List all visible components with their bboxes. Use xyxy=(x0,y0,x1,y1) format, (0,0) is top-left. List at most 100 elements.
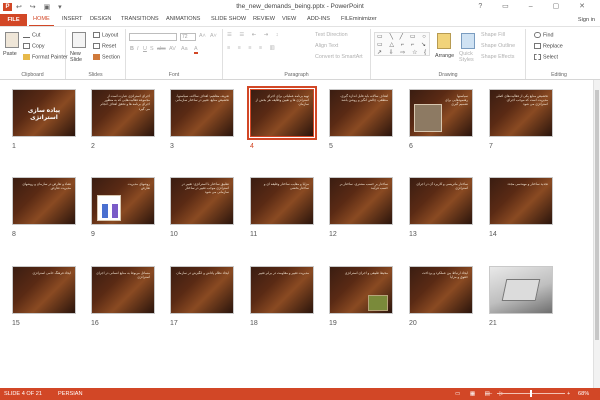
slide-thumbnail[interactable]: اهداف سالانه باید قابل اندازه گیری، منطق… xyxy=(329,89,393,137)
slide-thumbnail[interactable]: تجدید ساختار و مهندسی مجدد xyxy=(489,177,553,225)
shape-effects-button[interactable]: Shape Effects xyxy=(481,54,514,60)
bold-button[interactable]: B xyxy=(130,46,134,52)
slide-thumbnail[interactable]: تهیه برنامه عملیاتی برای اجرای استراتژی … xyxy=(247,86,317,140)
layout-button[interactable]: Layout xyxy=(93,32,118,38)
new-slide-button[interactable]: New Slide xyxy=(70,51,90,63)
view-buttons[interactable]: ▭ ▦ ▤ ▷ xyxy=(455,391,508,397)
align-text-button[interactable]: Align Text xyxy=(315,43,338,49)
slide-thumbnail[interactable]: تضاد و تعارض در سازمان و روشهای مدیریت ت… xyxy=(12,177,76,225)
slide-body-text: مسائل مربوط به منابع انسانی در اجرای است… xyxy=(96,271,150,280)
slide-thumbnail[interactable] xyxy=(489,266,553,314)
language-indicator[interactable]: PERSIAN xyxy=(58,391,83,397)
slide-thumbnail[interactable]: پیاده سازی استراتژی xyxy=(12,89,76,137)
text-direction-button[interactable]: Text Direction xyxy=(315,32,348,38)
tab-design[interactable]: DESIGN xyxy=(90,16,111,22)
font-size-combo[interactable]: 72 xyxy=(180,33,196,41)
cut-button[interactable]: Cut xyxy=(23,32,40,38)
tab-file[interactable]: FILE xyxy=(0,14,27,26)
replace-icon xyxy=(534,43,541,49)
slide-thumbnail[interactable]: مدیریت تغییر و مقاومت در برابر تغییر xyxy=(250,266,314,314)
slide-thumbnail[interactable]: ایجاد ارتباط بین عملکرد و پرداخت حقوق و … xyxy=(409,266,473,314)
slide-body-text: تعریف مفاهیم: اهداف سالانه، سیاستها، تخص… xyxy=(175,94,229,103)
alignment-buttons[interactable]: ≡ ≡ ≡ ≡ ▥ xyxy=(227,45,278,51)
zoom-level[interactable]: 68% xyxy=(578,391,589,397)
slide-number: 5 xyxy=(329,143,333,150)
grow-font-button[interactable]: A˄ xyxy=(199,33,206,39)
slide-body-text: ایجاد فرهنگ حامی استراتژی xyxy=(32,271,71,275)
drawing-group: ▭ ╲ ╱ ▭ ○ ▭ △ ⌐ ⌐ ↘ ↗ ⇩ ⇨ ☆ { } ★ ⌒ ▾ Ar… xyxy=(371,29,526,79)
arrange-button[interactable]: Arrange xyxy=(435,53,454,59)
tab-review[interactable]: REVIEW xyxy=(253,16,275,22)
slide-body-text: ایجاد ارتباط بین عملکرد و پرداخت حقوق و … xyxy=(422,271,468,280)
tab-add-ins[interactable]: ADD-INS xyxy=(307,16,330,22)
slide-body-text: محیط طبیعی و اجرای استراتژی xyxy=(344,271,388,275)
slide-thumbnail[interactable]: مزایا و معایب ساختار وظیفه ای و ساختار ب… xyxy=(250,177,314,225)
slide-body-text: تطبیق ساختار با استراتژی: تغییر در استرا… xyxy=(181,182,229,195)
font-name-combo[interactable] xyxy=(129,33,177,41)
sign-in-link[interactable]: Sign in xyxy=(578,17,595,23)
vertical-scrollbar[interactable] xyxy=(593,80,600,388)
scissors-icon xyxy=(23,32,30,38)
slide-thumbnail[interactable]: روشهای مدیریت تعارض xyxy=(91,177,155,225)
shrink-font-button[interactable]: A˅ xyxy=(210,33,217,39)
person-icon xyxy=(102,204,108,218)
format-painter-icon xyxy=(23,54,30,60)
character-spacing-button[interactable]: AV xyxy=(169,46,176,52)
slide-sorter: پیاده سازی استراتژی 1 اجرای استراتژی عبارت… xyxy=(0,80,600,388)
change-case-button[interactable]: Aa xyxy=(181,46,188,52)
section-button[interactable]: Section xyxy=(93,54,120,60)
underline-button[interactable]: U xyxy=(143,46,147,52)
quick-styles-button[interactable]: Quick Styles xyxy=(459,51,477,63)
slide-number: 7 xyxy=(489,143,493,150)
slide-number: 17 xyxy=(170,320,178,327)
window-controls[interactable]: ? ▭ – ▢ ✕ xyxy=(478,2,594,10)
copy-button[interactable]: Copy xyxy=(23,43,45,49)
select-button[interactable]: Select xyxy=(534,54,558,60)
slide-thumbnail[interactable]: سیاستها رهنمودهایی برای تصمیم گیری xyxy=(409,89,473,137)
scrollbar-thumb[interactable] xyxy=(595,90,599,340)
tab-fileminimizer[interactable]: FILEminimizer xyxy=(341,16,377,22)
tab-home[interactable]: HOME xyxy=(29,16,54,26)
slide-number: 19 xyxy=(329,320,337,327)
tab-animations[interactable]: ANIMATIONS xyxy=(166,16,200,22)
zoom-in-button[interactable]: + xyxy=(567,391,570,397)
tab-view[interactable]: VIEW xyxy=(282,16,296,22)
slide-thumbnail[interactable]: ایجاد نظام پاداش و انگیزش در سازمان xyxy=(170,266,234,314)
list-buttons[interactable]: ☰ ☰ ⇤ ⇥ ↕ xyxy=(227,32,281,38)
tab-transitions[interactable]: TRANSITIONS xyxy=(121,16,159,22)
slide-thumbnail[interactable]: ساختار بر حسب مشتری، ساختار بر حسب فرآین… xyxy=(329,177,393,225)
shape-fill-button[interactable]: Shape Fill xyxy=(481,32,505,38)
slide-thumbnail[interactable]: اجرای استراتژی عبارت است از مجموعه فعالی… xyxy=(91,89,155,137)
slide-thumbnail[interactable]: محیط طبیعی و اجرای استراتژی xyxy=(329,266,393,314)
slide-number: 15 xyxy=(12,320,20,327)
slides-group: New Slide Layout Reset Section Slides xyxy=(66,29,126,79)
slide-thumbnail[interactable]: تطبیق ساختار با استراتژی: تغییر در استرا… xyxy=(170,177,234,225)
shadow-button[interactable]: S xyxy=(150,46,154,52)
convert-smartart-button[interactable]: Convert to SmartArt xyxy=(315,54,363,60)
slide-body-text: روشهای مدیریت تعارض xyxy=(127,182,150,191)
zoom-out-button[interactable]: – xyxy=(489,391,492,397)
shapes-gallery[interactable]: ▭ ╲ ╱ ▭ ○ ▭ △ ⌐ ⌐ ↘ ↗ ⇩ ⇨ ☆ { } ★ ⌒ ▾ xyxy=(374,32,430,56)
section-icon xyxy=(93,54,100,60)
slide-body-text: اجرای استراتژی عبارت است از مجموعه فعالی… xyxy=(100,94,150,111)
slide-body-text: ساختار ماتریسی و کاربرد آن در اجرای استر… xyxy=(416,182,468,191)
slide-thumbnail[interactable]: ساختار ماتریسی و کاربرد آن در اجرای استر… xyxy=(409,177,473,225)
reset-button[interactable]: Reset xyxy=(93,43,116,49)
slide-thumbnail[interactable]: تعریف مفاهیم: اهداف سالانه، سیاستها، تخص… xyxy=(170,89,234,137)
slide-body-text: تهیه برنامه عملیاتی برای اجرای استراتژی … xyxy=(255,94,309,107)
find-button[interactable]: Find xyxy=(534,32,554,38)
font-group-label: Font xyxy=(168,72,180,78)
format-painter-button[interactable]: Format Painter xyxy=(23,54,68,60)
zoom-slider-thumb[interactable] xyxy=(530,390,532,397)
replace-button[interactable]: Replace xyxy=(534,43,563,49)
font-color-button[interactable]: A xyxy=(194,46,198,54)
shape-outline-button[interactable]: Shape Outline xyxy=(481,43,515,49)
tab-slide-show[interactable]: SLIDE SHOW xyxy=(211,16,246,22)
slide-thumbnail[interactable]: مسائل مربوط به منابع انسانی در اجرای است… xyxy=(91,266,155,314)
tab-insert[interactable]: INSERT xyxy=(62,16,82,22)
slide-thumbnail[interactable]: تخصیص منابع یکی از فعالیت‌های اصلی مدیری… xyxy=(489,89,553,137)
strikethrough-button[interactable]: abc xyxy=(157,46,166,52)
slide-thumbnail[interactable]: ایجاد فرهنگ حامی استراتژی xyxy=(12,266,76,314)
paste-button[interactable]: Paste xyxy=(3,51,17,57)
italic-button[interactable]: I xyxy=(137,46,139,52)
